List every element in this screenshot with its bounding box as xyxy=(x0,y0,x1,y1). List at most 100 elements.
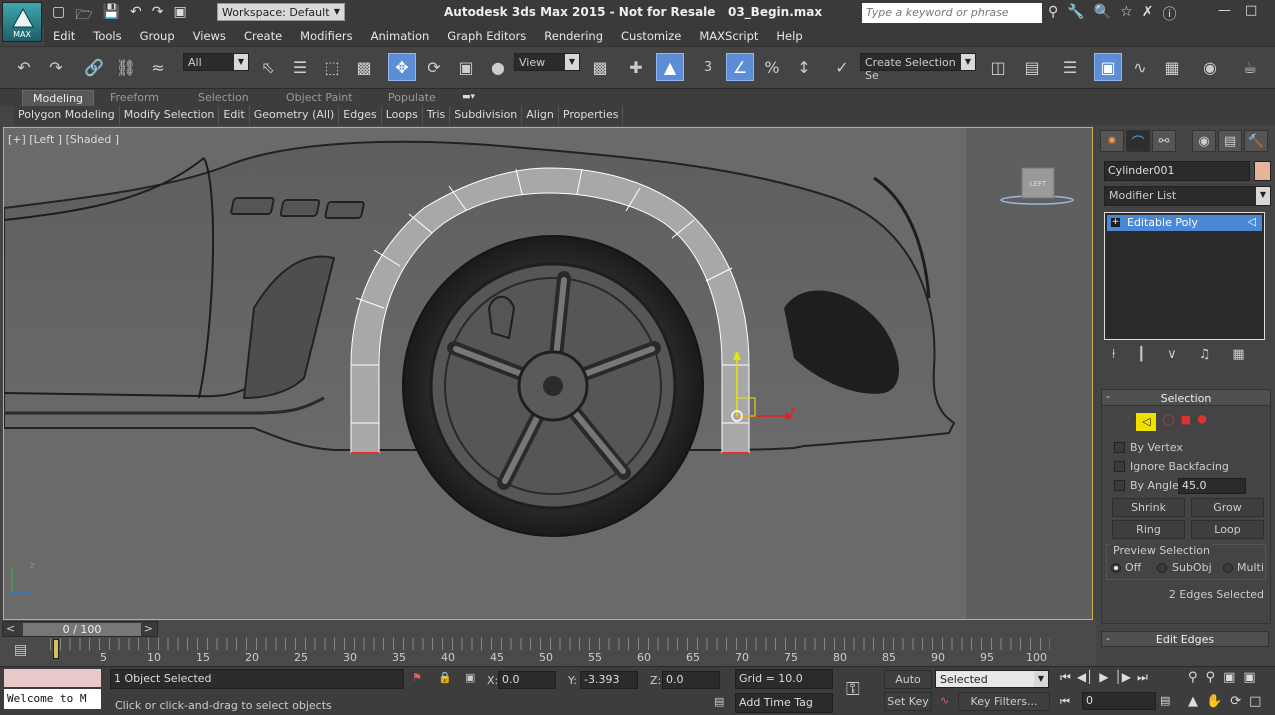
bind-spacewarp-button[interactable]: ≈ xyxy=(144,53,172,81)
object-name-field[interactable]: Cylinder001 xyxy=(1104,161,1250,181)
time-slider[interactable]: < 0 / 100 > xyxy=(2,621,158,637)
favorites-icon[interactable]: ☆ xyxy=(1120,4,1133,24)
shrink-button[interactable]: Shrink xyxy=(1112,498,1185,517)
tab-motion[interactable]: ◉ xyxy=(1192,130,1216,152)
add-time-tag[interactable]: Add Time Tag xyxy=(735,693,833,713)
orbit-icon[interactable]: ⟳ xyxy=(1230,694,1241,709)
manipulate-button[interactable]: ✚ xyxy=(622,53,650,81)
isolate-selection-icon[interactable]: ⚑ xyxy=(412,671,422,684)
tab-hierarchy[interactable]: ⚯ xyxy=(1152,130,1176,152)
percent-snap-button[interactable]: % xyxy=(758,53,786,81)
angle-snap-button[interactable]: ∠ xyxy=(726,53,754,81)
ribbon-options-icon[interactable]: ▬▾ xyxy=(462,92,475,102)
pivot-center-button[interactable]: ▩ xyxy=(586,53,614,81)
redo-icon[interactable]: ↷ xyxy=(152,4,164,28)
panel-modify-selection[interactable]: Modify Selection xyxy=(120,106,220,125)
link-button[interactable]: 🔗 xyxy=(80,53,108,81)
panel-geometry-all[interactable]: Geometry (All) xyxy=(250,106,340,125)
play-icon[interactable]: ▶ xyxy=(1099,670,1108,685)
edit-named-selections-button[interactable]: ✓ xyxy=(828,53,856,81)
named-selection-set-dropdown[interactable]: Create Selection Se ▼ xyxy=(860,53,976,82)
communication-icon[interactable]: 🔍 xyxy=(1094,4,1111,24)
stack-item-editable-poly[interactable]: + Editable Poly ◁ xyxy=(1107,215,1262,231)
slider-prev-icon[interactable]: < xyxy=(6,622,15,635)
pin-stack-icon[interactable]: ⍿ xyxy=(1112,347,1115,362)
menu-item-animation[interactable]: Animation xyxy=(362,26,439,46)
key-filters-button[interactable]: Key Filters... xyxy=(958,692,1050,711)
menu-item-help[interactable]: Help xyxy=(767,26,811,46)
minimize-icon[interactable]: — xyxy=(1218,3,1231,18)
panel-align[interactable]: Align xyxy=(522,106,559,125)
panel-tris[interactable]: Tris xyxy=(423,106,451,125)
set-key-mode-key-icon[interactable]: ⚿ xyxy=(846,679,860,700)
x-coordinate-field[interactable]: 0.0 xyxy=(498,671,556,689)
save-file-icon[interactable]: 💾 xyxy=(103,4,120,28)
menu-item-modifiers[interactable]: Modifiers xyxy=(291,26,362,46)
window-crossing-button[interactable]: ▩ xyxy=(350,53,378,81)
exchange-icon[interactable]: ✗ xyxy=(1142,4,1154,24)
zoom-extents-icon[interactable]: ▣ xyxy=(1223,670,1235,685)
menu-item-graph-editors[interactable]: Graph Editors xyxy=(438,26,535,46)
open-file-icon[interactable]: 🗁 xyxy=(75,4,92,28)
key-selection-dropdown[interactable]: Selected ▼ xyxy=(935,670,1049,688)
key-mode-toggle-icon[interactable]: ⏮ xyxy=(1060,695,1070,709)
previous-frame-icon[interactable]: ◀│ xyxy=(1077,670,1093,685)
placement-button[interactable]: ● xyxy=(484,53,512,81)
ring-button[interactable]: Ring xyxy=(1112,520,1185,539)
search-input[interactable]: Type a keyword or phrase xyxy=(862,3,1042,23)
region-select-button[interactable]: ⬚ xyxy=(318,53,346,81)
unlink-button[interactable]: ⛓ xyxy=(112,53,140,81)
menu-item-tools[interactable]: Tools xyxy=(84,26,130,46)
undo-button[interactable]: ↶ xyxy=(10,53,38,81)
tab-populate[interactable]: Populate xyxy=(378,90,446,105)
panel-polygon-modeling[interactable]: Polygon Modeling xyxy=(14,106,120,125)
menu-item-maxscript[interactable]: MAXScript xyxy=(690,26,767,46)
snaps-toggle-button[interactable]: 3 xyxy=(694,53,722,81)
by-vertex-checkbox[interactable] xyxy=(1114,442,1125,453)
menu-item-edit[interactable]: Edit xyxy=(44,26,84,46)
angle-spinner[interactable]: 45.0 xyxy=(1178,478,1246,494)
polygon-mode-icon[interactable]: ■ xyxy=(1181,413,1191,431)
slider-next-icon[interactable]: > xyxy=(144,622,153,635)
redo-button[interactable]: ↷ xyxy=(42,53,70,81)
zoom-extents-all-icon[interactable]: ▣ xyxy=(1243,670,1255,685)
keyboard-shortcut-override-button[interactable]: ▲ xyxy=(656,53,684,81)
schematic-view-button[interactable]: ▦ xyxy=(1158,53,1186,81)
panel-edges[interactable]: Edges xyxy=(339,106,382,125)
spinner-snap-button[interactable]: ↕ xyxy=(790,53,818,81)
layer-manager-button[interactable]: ☰ xyxy=(1056,53,1084,81)
select-move-button[interactable]: ✥ xyxy=(388,53,416,81)
app-logo[interactable]: MAX xyxy=(2,2,42,42)
border-mode-icon[interactable]: ◯ xyxy=(1162,413,1174,431)
auto-key-button[interactable]: Auto Key xyxy=(884,670,932,704)
pan-hand-icon[interactable]: ✋ xyxy=(1206,694,1222,709)
mini-curve-editor-icon[interactable]: ▤ xyxy=(14,642,27,658)
configure-sets-icon[interactable]: ▦ xyxy=(1232,347,1244,362)
zoom-all-icon[interactable]: ⚲ xyxy=(1206,670,1216,685)
select-object-button[interactable]: ⬁ xyxy=(254,53,282,81)
preview-off-radio[interactable] xyxy=(1111,563,1121,573)
go-to-end-icon[interactable]: ⏭ xyxy=(1137,670,1148,685)
panel-loops[interactable]: Loops xyxy=(382,106,423,125)
select-by-name-button[interactable]: ☰ xyxy=(286,53,314,81)
go-to-start-icon[interactable]: ⏮ xyxy=(1060,670,1071,685)
maximize-icon[interactable]: □ xyxy=(1245,3,1257,18)
workspace-dropdown[interactable]: Workspace: Default ▼ xyxy=(217,3,345,21)
key-curve-icon[interactable]: ∿ xyxy=(940,694,949,707)
viewport-label[interactable]: [+] [Left ] [Shaded ] xyxy=(8,133,119,146)
panel-edit[interactable]: Edit xyxy=(219,106,250,125)
tab-freeform[interactable]: Freeform xyxy=(100,90,169,105)
material-editor-button[interactable]: ◉ xyxy=(1196,53,1224,81)
preview-multi-radio[interactable] xyxy=(1223,563,1233,573)
current-frame-marker[interactable] xyxy=(53,639,59,659)
time-configuration-icon[interactable]: ▤ xyxy=(1160,694,1170,707)
menu-item-create[interactable]: Create xyxy=(235,26,291,46)
vertex-mode-icon[interactable]: ⋅⋅ xyxy=(1124,413,1130,431)
tab-utilities[interactable]: 🔨 xyxy=(1244,130,1268,152)
undo-icon[interactable]: ↶ xyxy=(130,4,142,28)
loop-button[interactable]: Loop xyxy=(1191,520,1264,539)
z-coordinate-field[interactable]: 0.0 xyxy=(662,671,720,689)
remove-modifier-icon[interactable]: ♫ xyxy=(1199,347,1211,362)
project-icon[interactable]: ▣ xyxy=(174,4,187,28)
render-setup-button[interactable]: ☕ xyxy=(1236,53,1264,81)
